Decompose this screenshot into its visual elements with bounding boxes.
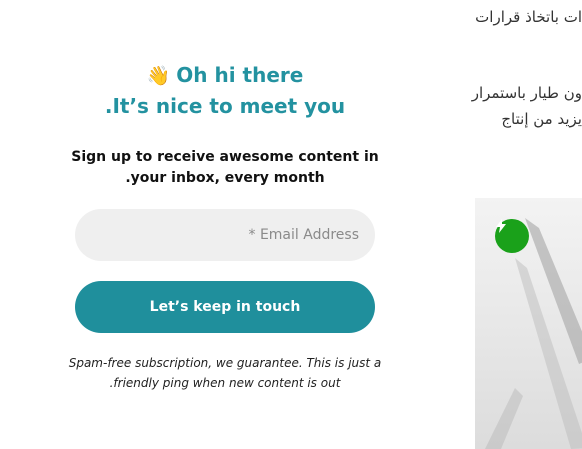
newsletter-signup: 👋 Oh hi there .It’s nice to meet you Sign… — [60, 60, 390, 393]
greeting-heading: 👋 Oh hi there .It’s nice to meet you — [60, 60, 390, 121]
signup-description: Sign up to receive awesome content in .y… — [60, 147, 390, 189]
background-text-line: يزيد من إنتاج — [501, 110, 582, 128]
greeting-line-2: .It’s nice to meet you — [104, 94, 346, 118]
background-text-line: ون طيار باستمرار — [471, 84, 582, 102]
signup-description-line-2: .your inbox, every month — [125, 170, 325, 186]
email-field[interactable] — [75, 209, 375, 261]
disclaimer-line-1: Spam-free subscription, we guarantee. Th… — [68, 356, 382, 370]
subscribe-button[interactable]: Let’s keep in touch — [75, 281, 375, 333]
signup-description-line-1: Sign up to receive awesome content in — [71, 149, 379, 165]
greeting-line-1: Oh hi there — [176, 63, 304, 87]
energy-badge — [495, 219, 529, 253]
spam-disclaimer: Spam-free subscription, we guarantee. Th… — [60, 353, 390, 393]
wind-turbine-image — [475, 198, 582, 449]
lightning-icon — [496, 219, 506, 233]
waving-hand-icon: 👋 — [146, 65, 171, 87]
disclaimer-line-2: .friendly ping when new content is out — [109, 376, 341, 390]
background-text-line: ات باتخاذ قرارات — [475, 8, 582, 26]
